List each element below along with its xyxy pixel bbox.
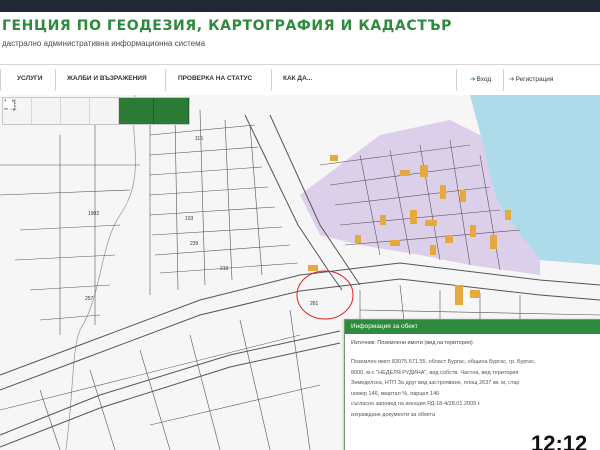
parcel-number: 219: [220, 266, 229, 272]
popup-line: номер 146, квартал %, парцел 146: [351, 390, 440, 397]
agency-subtitle: дастрално административна информационна …: [2, 39, 206, 48]
nav-item-complaints[interactable]: ЖАЛБИ И ВЪЗРАЖЕНИЯ: [67, 75, 147, 82]
popup-line: изграждане документи за обекта: [351, 411, 436, 418]
location-button[interactable]: [5, 98, 154, 124]
register-label: Регистрация: [515, 76, 554, 83]
register-link[interactable]: ➔Регистрация: [509, 75, 553, 83]
arrow-right-icon: ➔: [470, 76, 476, 83]
parcel-number: 115: [195, 136, 203, 142]
browser-viewport: ГЕНЦИЯ ПО ГЕОДЕЗИЯ, КАРТОГРАФИЯ И КАДАСТ…: [0, 0, 600, 450]
top-strip: [0, 0, 600, 12]
cadastral-map[interactable]: 1902 257 219 239 261 103 115 Информация …: [0, 95, 600, 450]
nav-item-services[interactable]: УСЛУГИ: [17, 75, 43, 82]
print-button[interactable]: [4, 98, 189, 124]
popup-title: Информация за обект: [345, 320, 600, 334]
parcel-number: 103: [185, 216, 194, 222]
popup-line: Земеделска, НТП За друг вид застрояване,…: [351, 380, 520, 386]
popup-line: съгласно заповед на агенция РД-18-4/28.0…: [351, 401, 481, 407]
parcel-number: 261: [310, 301, 319, 307]
highlight-circle: [296, 270, 354, 320]
popup-line: 8000, м-с "НЕДЕЛЯ РУДИНА", вид собств. Ч…: [351, 369, 519, 376]
nav-divider: [165, 69, 166, 91]
nav-divider: [456, 69, 457, 91]
parcel-number: 1902: [88, 211, 99, 217]
nav-divider: [0, 69, 1, 91]
main-navigation: УСЛУГИ ЖАЛБИ И ВЪЗРАЖЕНИЯ ПРОВЕРКА НА СТ…: [0, 64, 600, 96]
site-header: ГЕНЦИЯ ПО ГЕОДЕЗИЯ, КАРТОГРАФИЯ И КАДАСТ…: [0, 12, 600, 64]
nav-item-status-check[interactable]: ПРОВЕРКА НА СТАТУС: [178, 75, 252, 82]
nav-divider: [503, 69, 504, 91]
print-icon: [4, 99, 25, 108]
popup-body: Поземлен имот 83075.571.55, област Бурга…: [351, 357, 600, 420]
popup-line: Поземлен имот 83075.571.55, област Бурга…: [351, 359, 536, 365]
stream-line: [65, 95, 136, 450]
popup-source: Източник: Поземлени имоти (вид на терито…: [351, 340, 473, 346]
draw-tool-button[interactable]: [5, 98, 61, 124]
parcel-number: 239: [190, 241, 199, 247]
map-toolbar: [2, 97, 190, 125]
arrow-right-icon: ➔: [509, 76, 515, 83]
nav-divider: [271, 69, 272, 91]
agency-title: ГЕНЦИЯ ПО ГЕОДЕЗИЯ, КАРТОГРАФИЯ И КАДАСТ…: [2, 18, 452, 34]
login-label: Вход: [476, 76, 492, 83]
measure-tool-button[interactable]: [5, 98, 90, 124]
nav-item-how-to[interactable]: КАК ДА...: [283, 75, 312, 82]
clock-overlay: 12:12: [527, 433, 592, 450]
parcel-number: 257: [85, 296, 94, 302]
parcel-number-labels: 1902 257 219 239 261 103 115: [85, 136, 319, 307]
upload-button[interactable]: [5, 98, 119, 124]
login-link[interactable]: ➔Вход: [470, 75, 491, 83]
nav-divider: [55, 69, 56, 91]
